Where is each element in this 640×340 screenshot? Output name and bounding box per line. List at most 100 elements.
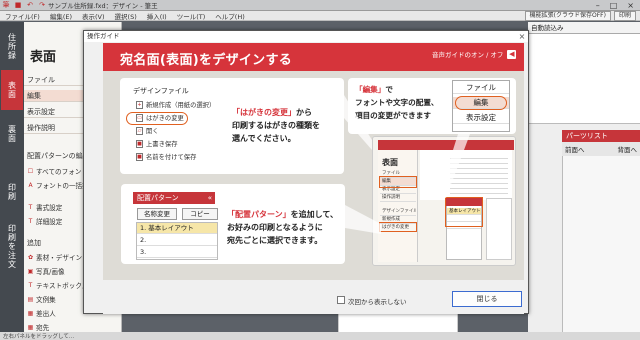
pattern-edit-heading: 配置パターンの編集: [27, 152, 90, 160]
material-icon: ✿: [27, 253, 34, 261]
close-button[interactable]: 閉じる: [452, 291, 522, 307]
window-close-icon[interactable]: ×: [627, 1, 634, 10]
menu-insert[interactable]: 挿入(I): [142, 11, 172, 21]
panel3-line2: フォントや文字の配置、: [355, 98, 439, 107]
app-title: サンプル住所録.fxd：デザイン - 筆王: [48, 2, 158, 10]
sample-menu-display: 表示設定: [453, 112, 509, 124]
menu-open: ▱ 開く: [136, 126, 159, 135]
panel3-line3: 項目の変更ができます: [355, 111, 431, 120]
save-icon[interactable]: ■: [14, 1, 22, 9]
speaker-icon: ◀: [507, 49, 517, 59]
parts-buttons: 前面へ 背面へ: [562, 142, 640, 156]
mini-row: デザインファイル: [380, 209, 416, 216]
bring-front-button[interactable]: 前面へ: [565, 144, 585, 154]
format-settings[interactable]: T 書式設定: [27, 202, 63, 213]
add-sender[interactable]: ▦ 差出人: [27, 308, 56, 319]
maximize-icon[interactable]: □: [610, 1, 618, 10]
new-file-icon: +: [136, 100, 143, 109]
add-material[interactable]: ✿ 素材・デザイン: [27, 252, 82, 263]
mini-card: [486, 198, 512, 260]
rename-button: 名称変更: [137, 208, 177, 220]
mini-highlight-pattern: [445, 197, 483, 227]
design-file-title: デザインファイル: [133, 87, 189, 95]
menu-new: + 新規作成（用紙の選択）: [136, 100, 216, 109]
panel1-line1: 「はがきの変更」から: [232, 108, 312, 117]
photo-icon: ▣: [27, 267, 34, 275]
detail-icon: T: [28, 217, 33, 225]
textbox-icon: T: [28, 281, 33, 289]
menu-file[interactable]: ファイル(F): [0, 11, 45, 21]
minimize-icon[interactable]: –: [596, 1, 600, 10]
sidebar-title: 表面: [30, 50, 57, 65]
dialog-heading: 宛名面(表面)をデザインする: [120, 53, 293, 68]
tab-order-print[interactable]: 印刷を注文: [1, 218, 23, 274]
dont-show-checkbox[interactable]: [337, 296, 345, 304]
voice-guide-toggle[interactable]: 音声ガイドのオン / オフ ◀: [432, 49, 517, 59]
mini-list-grid: [450, 154, 508, 198]
dont-show-label: 次回から表示しない: [348, 298, 407, 306]
save-as-icon: ■: [136, 152, 143, 161]
tab-front[interactable]: 表面: [1, 70, 23, 110]
send-back-button[interactable]: 背面へ: [618, 144, 638, 154]
checkbox-icon: ☐: [27, 167, 34, 175]
left-tab-strip: 住所録 表面 裏面 印刷 印刷を注文: [0, 22, 24, 340]
redo-icon[interactable]: ↷: [38, 1, 46, 9]
print-button[interactable]: 印刷: [613, 10, 636, 21]
app-titlebar: 筆 ■ ↶ ↷ サンプル住所録.fxd：デザイン - 筆王 – □ ×: [0, 0, 640, 11]
add-recipient[interactable]: ▦ 宛先: [27, 322, 50, 333]
copy-button: コピー: [182, 208, 218, 220]
menu-view[interactable]: 表示(V): [77, 11, 110, 21]
sender-icon: ▦: [27, 309, 34, 317]
highlight-oval-card: [126, 112, 188, 125]
detail-settings[interactable]: T 詳細設定: [27, 216, 63, 227]
save-file-icon: ■: [136, 139, 143, 148]
add-heading: 追加: [27, 239, 41, 247]
font-icon: A: [28, 181, 33, 189]
extension-button[interactable]: 機能拡張(クラウド保存OFF): [524, 10, 611, 21]
open-folder-icon: ▱: [136, 126, 143, 135]
address-list[interactable]: [528, 34, 640, 124]
menubar: ファイル(F) 編集(E) 表示(V) 選択(S) 挿入(I) ツール(T) ヘ…: [0, 10, 640, 21]
tab-address-book[interactable]: 住所録: [1, 26, 23, 66]
collapse-icon: «: [207, 194, 212, 202]
mini-highlight-card: [379, 222, 417, 232]
panel1-line2: 印刷するはがきの種類を: [232, 121, 320, 130]
sample-menu-file: ファイル: [453, 82, 509, 94]
tab-print[interactable]: 印刷: [1, 172, 23, 212]
menu-select[interactable]: 選択(S): [110, 11, 142, 21]
dialog-close-icon[interactable]: ×: [516, 31, 528, 42]
panel3-line1: 「編集」で: [355, 85, 393, 94]
menu-save-as: ■ 名前を付けて保存: [136, 152, 197, 161]
pattern-item: 2.: [137, 235, 217, 246]
tab-back[interactable]: 裏面: [1, 114, 23, 154]
panel2-line2: お好みの印刷となるように: [227, 223, 323, 232]
menu-help[interactable]: ヘルプ(H): [210, 11, 249, 21]
pattern-item: 1. 基本レイアウト: [137, 223, 217, 234]
auto-load-button[interactable]: 自動読込み: [528, 22, 640, 34]
menu-edit[interactable]: 編集(E): [45, 11, 77, 21]
phrases-icon: ▤: [27, 295, 34, 303]
mini-row: 操作説明: [380, 194, 416, 202]
panel2-line1: 「配置パターン」を追加して、: [227, 210, 338, 219]
undo-icon[interactable]: ↶: [26, 1, 34, 9]
add-phrases[interactable]: ▤ 文例集: [27, 294, 56, 305]
pattern-bar: 配置パターン «: [133, 192, 215, 204]
voice-guide-label: 音声ガイドのオン / オフ: [432, 51, 504, 59]
menu-save: ■ 上書き保存: [136, 139, 178, 148]
highlight-oval-edit: [455, 96, 507, 110]
recipient-icon: ▦: [27, 323, 34, 331]
panel2-line3: 宛先ごとに選択できます。: [227, 236, 323, 245]
panel1-line3: 選んでください。: [232, 134, 296, 143]
app-logo-icon: 筆: [2, 1, 10, 9]
mini-title: 表面: [382, 158, 398, 167]
parts-list[interactable]: [562, 156, 640, 340]
menu-tools[interactable]: ツール(T): [172, 11, 211, 21]
mini-highlight-edit: [379, 176, 417, 188]
parts-list-header: パーツリスト: [562, 130, 640, 142]
add-photo[interactable]: ▣ 写真/画像: [27, 266, 65, 277]
pattern-item: 3.: [137, 247, 217, 258]
add-textbox[interactable]: T テキストボックス: [27, 280, 89, 291]
dialog-title: 操作ガイド: [84, 31, 528, 42]
status-bar: 左右パネルをドラッグして...: [0, 332, 640, 340]
text-format-icon: T: [28, 203, 33, 211]
